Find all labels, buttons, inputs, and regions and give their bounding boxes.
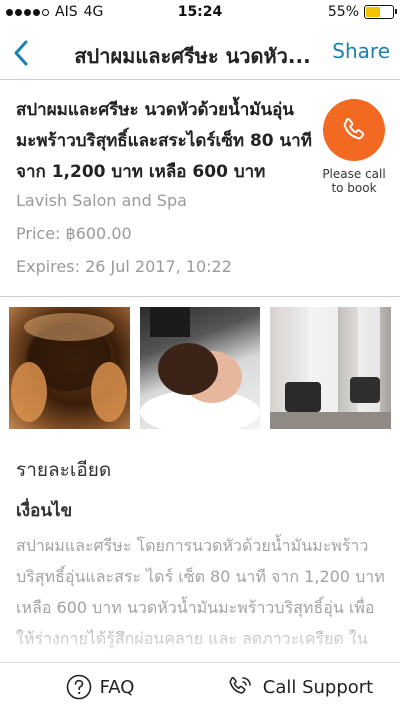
call-support-button[interactable]: Call Support bbox=[200, 663, 400, 711]
battery-percent: 55% bbox=[327, 4, 359, 20]
conditions-heading: เงื่อนไข bbox=[16, 501, 73, 521]
head-massage-image bbox=[11, 313, 127, 422]
bottom-bar: FAQ Call Support bbox=[0, 662, 400, 711]
photo-gallery bbox=[9, 307, 392, 429]
salon-interior-image bbox=[270, 307, 392, 429]
faq-button[interactable]: FAQ bbox=[0, 663, 200, 711]
chevron-left-icon bbox=[14, 40, 28, 66]
status-bar: AIS 4G 15:24 55% bbox=[0, 0, 400, 26]
deal-info: สปาผมและศรีษะ นวดหัวด้วยน้ำมันอุ่นมะพร้า… bbox=[0, 81, 400, 297]
faq-label: FAQ bbox=[99, 676, 135, 698]
back-button[interactable] bbox=[6, 36, 36, 70]
nav-bar: สปาผมและศรีษะ นวดหัว... Share bbox=[0, 26, 400, 80]
merchant-name: Lavish Salon and Spa bbox=[16, 191, 187, 210]
battery-fill bbox=[366, 7, 381, 17]
details-heading: รายละเอียด bbox=[16, 459, 112, 481]
phone-support-icon bbox=[229, 676, 251, 694]
deal-title: สปาผมและศรีษะ นวดหัวด้วยน้ำมันอุ่นมะพร้า… bbox=[16, 100, 312, 182]
gallery-photo-hair-wash[interactable] bbox=[139, 307, 261, 429]
status-right: 55% bbox=[327, 4, 397, 20]
battery-icon bbox=[364, 5, 397, 19]
page-title: สปาผมและศรีษะ นวดหัว... bbox=[74, 44, 311, 68]
deal-price: Price: ฿600.00 bbox=[16, 224, 132, 243]
question-circle-icon bbox=[66, 674, 91, 700]
call-to-book-label: Please call to book bbox=[322, 167, 386, 195]
content-fade bbox=[0, 622, 400, 662]
share-button[interactable]: Share bbox=[332, 39, 390, 63]
deal-expiry: Expires: 26 Jul 2017, 10:22 bbox=[16, 257, 232, 276]
hair-wash-image bbox=[139, 307, 260, 429]
call-to-book-button[interactable]: Please call to book bbox=[322, 99, 386, 195]
phone-icon bbox=[343, 118, 365, 140]
gallery-photo-head-massage[interactable] bbox=[9, 307, 130, 429]
call-support-label: Call Support bbox=[262, 676, 374, 698]
gallery-photo-salon-interior[interactable] bbox=[270, 307, 392, 429]
call-circle bbox=[323, 99, 385, 161]
